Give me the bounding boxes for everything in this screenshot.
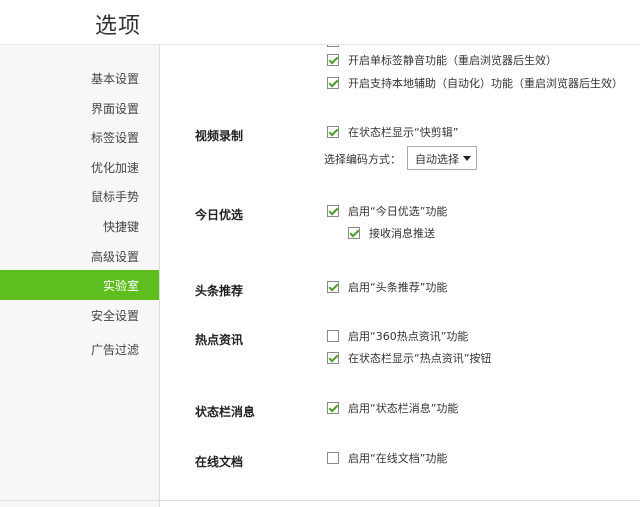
option-label: 接收消息推送 [369, 227, 435, 240]
sidebar-item-basic[interactable]: 基本设置 [0, 63, 159, 93]
encode-select-value: 自动选择 [415, 153, 459, 166]
checkbox-partial-scrolled[interactable] [327, 45, 339, 47]
option-statusbar-enable[interactable]: 启用“状态栏消息”功能 [327, 401, 458, 417]
sidebar-item-interface[interactable]: 界面设置 [0, 93, 159, 123]
option-label: 开启单标签静音功能（重启浏览器后生效） [348, 54, 557, 67]
encode-select[interactable]: 自动选择 [407, 146, 477, 170]
checkbox-statusbar-enable[interactable] [327, 402, 339, 414]
bottom-divider [0, 500, 640, 501]
checkbox-local-assist[interactable] [327, 77, 339, 89]
section-label-today: 今日优选 [195, 208, 244, 222]
checkbox-receive-push[interactable] [348, 227, 360, 239]
sidebar-item-gestures[interactable]: 鼠标手势 [0, 181, 159, 211]
sidebar: 基本设置 界面设置 标签设置 优化加速 鼠标手势 快捷键 高级设置 实验室 安全… [0, 45, 160, 507]
section-label-headline: 头条推荐 [195, 284, 244, 298]
option-docs-enable[interactable]: 启用“在线文档”功能 [327, 451, 447, 467]
sidebar-item-advanced[interactable]: 高级设置 [0, 241, 159, 271]
option-hot-enable[interactable]: 启用“360热点资讯”功能 [327, 329, 468, 345]
option-label: 启用“状态栏消息”功能 [348, 402, 459, 415]
sidebar-item-label: 界面设置 [90, 102, 139, 116]
sidebar-item-shortcuts[interactable]: 快捷键 [0, 211, 159, 241]
option-label: 启用“在线文档”功能 [348, 452, 448, 465]
chevron-down-icon [463, 156, 471, 161]
encode-label: 选择编码方式： [324, 153, 401, 166]
option-quick-clip[interactable]: 在状态栏显示“快剪辑” [327, 125, 458, 141]
sidebar-item-label: 快捷键 [102, 220, 139, 234]
sidebar-item-security[interactable]: 安全设置 [0, 300, 159, 330]
checkbox-headline-enable[interactable] [327, 281, 339, 293]
checkbox-hot-enable[interactable] [327, 330, 339, 342]
checkbox-today-enable[interactable] [327, 205, 339, 217]
sidebar-item-label: 广告过滤 [90, 343, 139, 357]
checkbox-docs-enable[interactable] [327, 452, 339, 464]
checkbox-hot-statusbar[interactable] [327, 352, 339, 364]
section-label-docs: 在线文档 [195, 455, 244, 469]
sidebar-item-label: 鼠标手势 [90, 190, 139, 204]
sidebar-item-label: 高级设置 [90, 250, 139, 264]
option-hot-statusbar[interactable]: 在状态栏显示“热点资讯”按钮 [327, 351, 491, 367]
option-label: 在状态栏显示“快剪辑” [348, 126, 459, 139]
section-label-statusbar: 状态栏消息 [195, 405, 256, 419]
option-label: 启用“今日优选”功能 [348, 205, 448, 218]
sidebar-item-tabs[interactable]: 标签设置 [0, 122, 159, 152]
section-label-video: 视频录制 [195, 129, 244, 143]
option-label: 在状态栏显示“热点资讯”按钮 [348, 352, 492, 365]
option-headline-enable[interactable]: 启用“头条推荐”功能 [327, 280, 447, 296]
checkbox-single-tab-mute[interactable] [327, 54, 339, 66]
option-receive-push[interactable]: 接收消息推送 [348, 226, 435, 242]
sidebar-item-label: 实验室 [102, 279, 139, 293]
option-local-assist[interactable]: 开启支持本地辅助（自动化）功能（重启浏览器后生效） [327, 76, 623, 92]
option-label: 启用“头条推荐”功能 [348, 281, 448, 294]
checkbox-quick-clip[interactable] [327, 126, 339, 138]
option-single-tab-mute[interactable]: 开启单标签静音功能（重启浏览器后生效） [327, 53, 557, 69]
sidebar-item-lab[interactable]: 实验室 [0, 270, 159, 300]
section-label-hot: 热点资讯 [195, 333, 244, 347]
window-header: 选项 [0, 0, 640, 45]
option-label: 启用“360热点资讯”功能 [348, 330, 469, 343]
sidebar-item-adblock[interactable]: 广告过滤 [0, 334, 159, 364]
sidebar-item-label: 安全设置 [90, 309, 139, 323]
sidebar-item-optimize[interactable]: 优化加速 [0, 152, 159, 182]
sidebar-item-label: 标签设置 [90, 131, 139, 145]
option-today-enable[interactable]: 启用“今日优选”功能 [327, 204, 447, 220]
option-label: 开启支持本地辅助（自动化）功能（重启浏览器后生效） [348, 77, 623, 90]
window-title: 选项 [95, 14, 142, 39]
sidebar-item-label: 基本设置 [90, 72, 139, 86]
sidebar-item-label: 优化加速 [90, 161, 139, 175]
settings-content[interactable]: 开启单标签静音功能（重启浏览器后生效） 开启支持本地辅助（自动化）功能（重启浏览… [160, 45, 640, 507]
